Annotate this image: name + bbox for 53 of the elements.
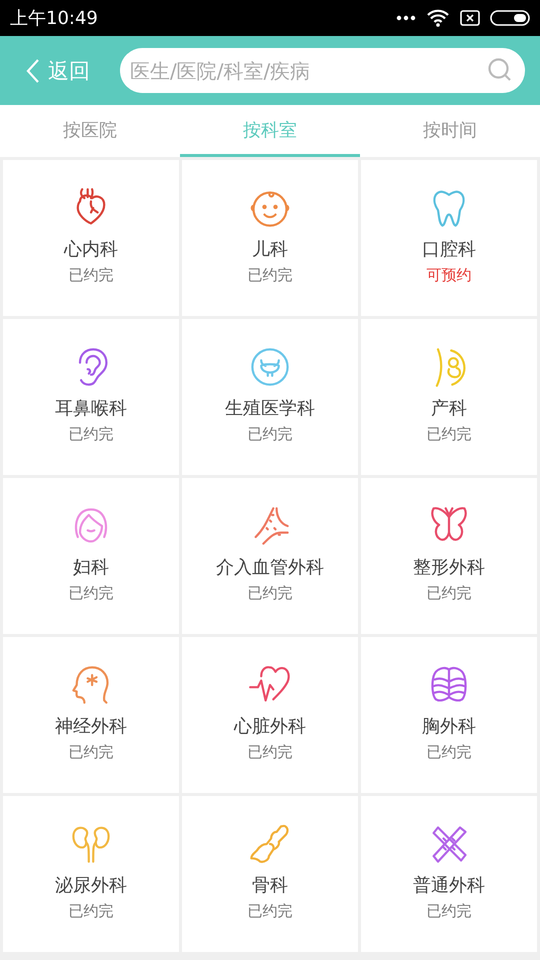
department-name: 妇科: [73, 556, 109, 580]
department-card[interactable]: 产科 已约完: [361, 319, 537, 475]
department-card[interactable]: 生殖医学科 已约完: [182, 319, 358, 475]
department-name: 介入血管外科: [216, 556, 324, 580]
department-status: 已约完: [248, 265, 292, 286]
department-card[interactable]: 普通外科 已约完: [361, 796, 537, 952]
department-name: 心内科: [64, 238, 118, 262]
department-card[interactable]: 神经外科 已约完: [3, 637, 179, 793]
chevron-left-icon: [26, 58, 40, 84]
search-field[interactable]: 医生/医院/科室/疾病: [120, 48, 525, 93]
department-card[interactable]: 泌尿外科 已约完: [3, 796, 179, 952]
department-card[interactable]: 心脏外科 已约完: [182, 637, 358, 793]
department-name: 胸外科: [422, 715, 476, 739]
more-dots-icon: [396, 15, 416, 21]
department-card[interactable]: 心内科 已约完: [3, 160, 179, 316]
department-name: 泌尿外科: [55, 874, 127, 898]
department-status: 已约完: [248, 742, 292, 763]
battery-icon: [490, 10, 530, 26]
department-card[interactable]: 胸外科 已约完: [361, 637, 537, 793]
department-status: 已约完: [248, 901, 292, 922]
department-card[interactable]: 口腔科 可预约: [361, 160, 537, 316]
department-status: 已约完: [248, 424, 292, 445]
department-status: 已约完: [426, 742, 472, 763]
department-name: 心脏外科: [234, 715, 306, 739]
department-status: 已约完: [68, 424, 114, 445]
department-status: 已约完: [426, 901, 472, 922]
department-card[interactable]: 耳鼻喉科 已约完: [3, 319, 179, 475]
department-status: 已约完: [68, 583, 114, 604]
department-name: 儿科: [252, 238, 288, 262]
department-name: 神经外科: [55, 715, 127, 739]
department-name: 骨科: [252, 874, 288, 898]
department-card[interactable]: 整形外科 已约完: [361, 478, 537, 634]
department-card[interactable]: 儿科 已约完: [182, 160, 358, 316]
department-name: 产科: [431, 397, 467, 421]
department-status: 已约完: [426, 583, 472, 604]
department-name: 生殖医学科: [225, 397, 315, 421]
department-status: 可预约: [426, 265, 472, 286]
department-status: 已约完: [68, 901, 114, 922]
department-name: 口腔科: [422, 238, 476, 262]
department-card[interactable]: 介入血管外科 已约完: [182, 478, 358, 634]
department-status: 已约完: [426, 424, 472, 445]
department-name: 耳鼻喉科: [55, 397, 127, 421]
department-card[interactable]: 骨科 已约完: [182, 796, 358, 952]
status-time: 上午10:49: [10, 7, 98, 30]
search-icon: [487, 57, 513, 83]
no-sim-icon: [460, 10, 480, 26]
department-status: 已约完: [68, 265, 114, 286]
department-name: 普通外科: [413, 874, 485, 898]
department-status: 已约完: [68, 742, 114, 763]
department-card[interactable]: 妇科 已约完: [3, 478, 179, 634]
department-status: 已约完: [248, 583, 292, 604]
department-name: 整形外科: [413, 556, 485, 580]
wifi-icon: [426, 9, 450, 27]
